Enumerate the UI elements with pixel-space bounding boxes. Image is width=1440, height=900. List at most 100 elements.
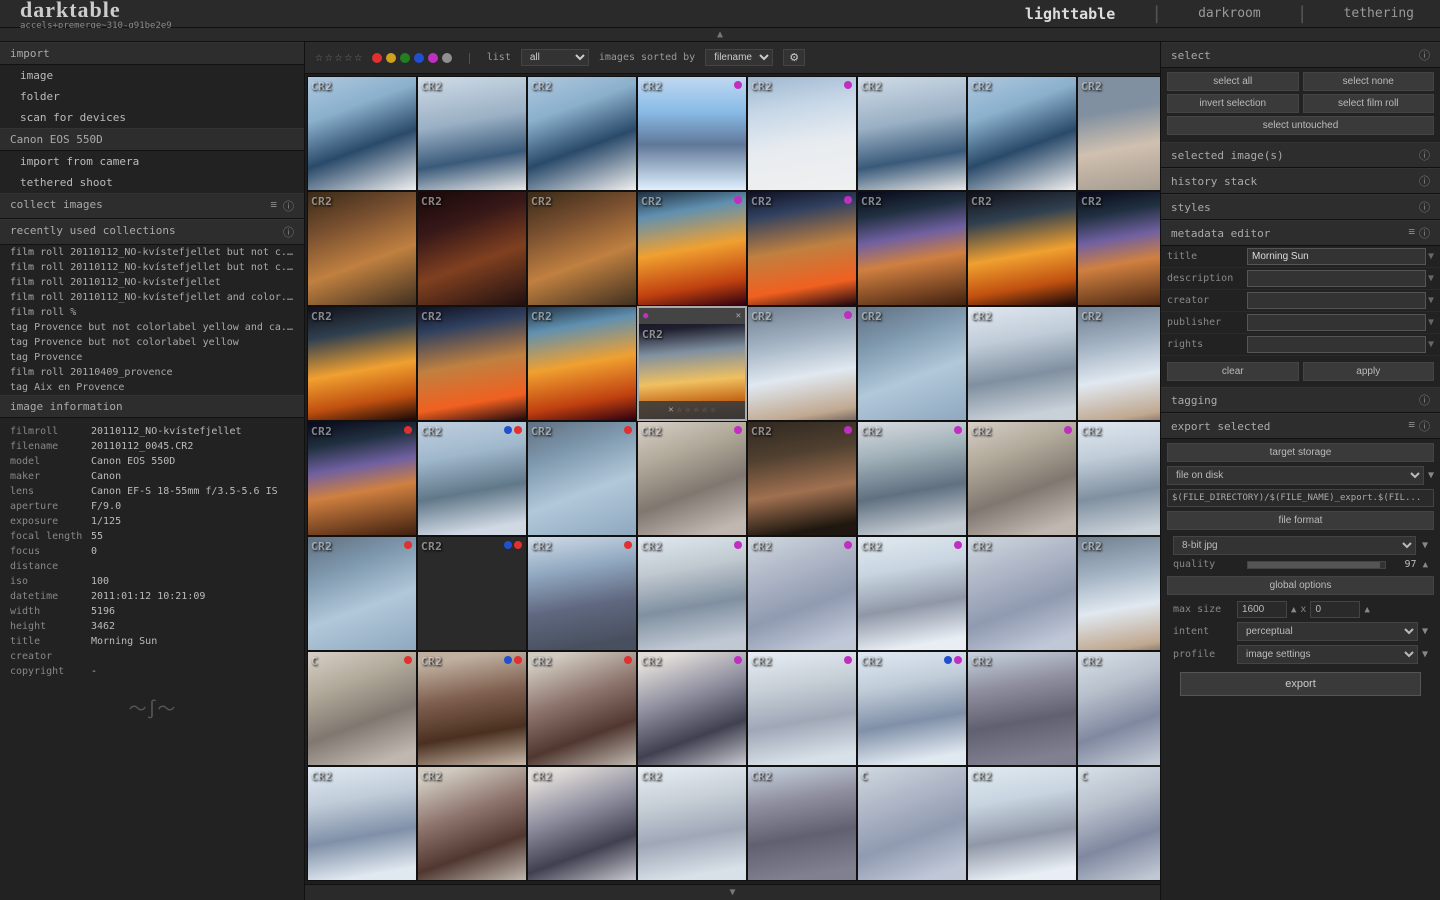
thumbnail[interactable]: CR2 [307,76,417,191]
thumbnail[interactable]: CR2 [857,191,967,306]
thumbnail[interactable]: CR2 [637,766,747,881]
view-mode-select[interactable]: all selected [521,49,589,66]
thumbnail[interactable]: CR2 [637,421,747,536]
title-input[interactable] [1247,248,1426,265]
select-none-button[interactable]: select none [1303,72,1435,91]
collection-item[interactable]: tag Provence but not colorlabel yellow a… [0,320,304,335]
sort-field-select[interactable]: filename date rating [705,49,773,66]
thumbnail[interactable]: CR2 [527,651,637,766]
intent-select[interactable]: perceptual relative colorimetric saturat… [1237,622,1418,641]
thumbnail[interactable]: CR2 [527,421,637,536]
thumbnail[interactable]: CR2 [417,651,527,766]
max-width-input[interactable] [1237,601,1287,618]
select-all-button[interactable]: select all [1167,72,1299,91]
thumbnail[interactable]: CR2 [1077,306,1160,421]
thumbnail[interactable]: CR2 [307,421,417,536]
export-button[interactable]: export [1180,672,1420,696]
popup-star-3[interactable]: ☆ [694,405,699,415]
storage-type-select[interactable]: file on disk [1167,466,1424,485]
thumbnail-active[interactable]: ● ✕ CR2 ✕ ☆ ☆ ☆ ☆ ☆ [637,306,747,421]
thumbnail[interactable]: CR2 [1077,651,1160,766]
star-rating-filter[interactable]: ☆ ☆ ☆ ☆ ☆ [315,50,362,65]
thumbnail[interactable]: CR2 [747,651,857,766]
thumbnail[interactable]: CR2 [967,536,1077,651]
preferences-gear-button[interactable]: ⚙ [783,49,805,66]
intent-dropdown-arrow[interactable]: ▼ [1422,626,1428,637]
thumbnail[interactable]: CR2 [527,76,637,191]
thumbnail[interactable]: CR2 [527,191,637,306]
thumbnail[interactable]: CR2 [1077,536,1160,651]
thumbnail[interactable]: CR2 [527,536,637,651]
collection-item[interactable]: film roll 20110409_provence [0,365,304,380]
select-info-icon[interactable]: ⓘ [1419,47,1430,63]
thumbnail[interactable]: C [1077,766,1160,881]
thumbnail[interactable]: CR2 [857,76,967,191]
thumbnail[interactable]: CR2 [417,766,527,881]
import-from-camera-item[interactable]: import from camera [0,151,304,172]
description-input[interactable] [1247,270,1426,287]
thumbnail[interactable]: CR2 [637,536,747,651]
thumbnail[interactable]: CR2 [1077,76,1160,191]
tagging-info-icon[interactable]: ⓘ [1419,392,1430,408]
export-list-icon[interactable]: ≡ [1408,418,1415,434]
quality-bar[interactable] [1247,561,1385,569]
export-path-display[interactable]: $(FILE_DIRECTORY)/$(FILE_NAME)_export.$(… [1167,489,1434,507]
thumbnail[interactable]: CR2 [747,191,857,306]
thumbnail[interactable]: C [857,766,967,881]
thumbnail[interactable]: CR2 [307,536,417,651]
import-scan-item[interactable]: scan for devices [0,107,304,128]
thumbnail[interactable]: CR2 [967,191,1077,306]
thumbnail[interactable]: CR2 [527,766,637,881]
invert-selection-button[interactable]: invert selection [1167,94,1299,113]
creator-dropdown-arrow[interactable]: ▼ [1428,295,1434,306]
metadata-info-icon[interactable]: ⓘ [1419,225,1430,241]
profile-select[interactable]: image settings sRGB AdobeRGB [1237,645,1418,664]
thumbnail[interactable]: CR2 [967,421,1077,536]
import-image-item[interactable]: image [0,65,304,86]
thumbnail[interactable]: CR2 [527,306,637,421]
star-5[interactable]: ☆ [354,50,362,65]
nav-lighttable[interactable]: lighttable [1019,3,1121,25]
thumbnail[interactable]: CR2 [637,191,747,306]
thumbnail[interactable]: CR2 [637,651,747,766]
color-filter-gray[interactable] [442,53,452,63]
color-filter-green[interactable] [400,53,410,63]
collection-item[interactable]: film roll 20110112_NO-kvístefjellet but … [0,245,304,260]
storage-dropdown-arrow[interactable]: ▼ [1428,470,1434,481]
history-info-icon[interactable]: ⓘ [1419,173,1430,189]
select-film-roll-button[interactable]: select film roll [1303,94,1435,113]
format-dropdown-arrow[interactable]: ▼ [1422,540,1428,551]
collapse-bottom-toggle[interactable]: ▼ [305,884,1160,900]
thumbnail[interactable]: CR2 [637,76,747,191]
popup-star-4[interactable]: ☆ [702,405,707,415]
export-info-icon[interactable]: ⓘ [1419,418,1430,434]
star-1[interactable]: ☆ [315,50,323,65]
thumbnail[interactable]: CR2 [967,306,1077,421]
thumbnail[interactable]: CR2 [967,766,1077,881]
popup-star-2[interactable]: ☆ [685,405,690,415]
thumbnail[interactable]: CR2 [747,306,857,421]
thumbnail[interactable]: CR2 [417,76,527,191]
format-type-select[interactable]: 8-bit jpg 16-bit png tiff [1173,536,1416,555]
popup-star-1[interactable]: ☆ [677,405,682,415]
rights-dropdown-arrow[interactable]: ▼ [1428,339,1434,350]
thumbnail[interactable]: CR2 [1077,421,1160,536]
title-dropdown-arrow[interactable]: ▼ [1428,251,1434,262]
star-4[interactable]: ☆ [344,50,352,65]
thumbnail[interactable]: CR2 [967,651,1077,766]
color-filter-blue[interactable] [414,53,424,63]
thumbnail[interactable]: CR2 [857,536,967,651]
thumbnail[interactable]: CR2 [417,421,527,536]
collection-item[interactable]: tag Provence but not colorlabel yellow [0,335,304,350]
styles-info-icon[interactable]: ⓘ [1419,199,1430,215]
thumbnail[interactable]: C [307,651,417,766]
thumbnail[interactable]: CR2 [307,766,417,881]
file-format-button[interactable]: file format [1167,511,1434,530]
publisher-dropdown-arrow[interactable]: ▼ [1428,317,1434,328]
collect-list-icon[interactable]: ≡ [270,198,277,214]
thumbnail[interactable]: CR2 [1077,191,1160,306]
star-3[interactable]: ☆ [335,50,343,65]
thumbnail[interactable]: CR2 [747,421,857,536]
target-storage-button[interactable]: target storage [1167,443,1434,462]
quality-up-icon[interactable]: ▲ [1423,560,1428,570]
